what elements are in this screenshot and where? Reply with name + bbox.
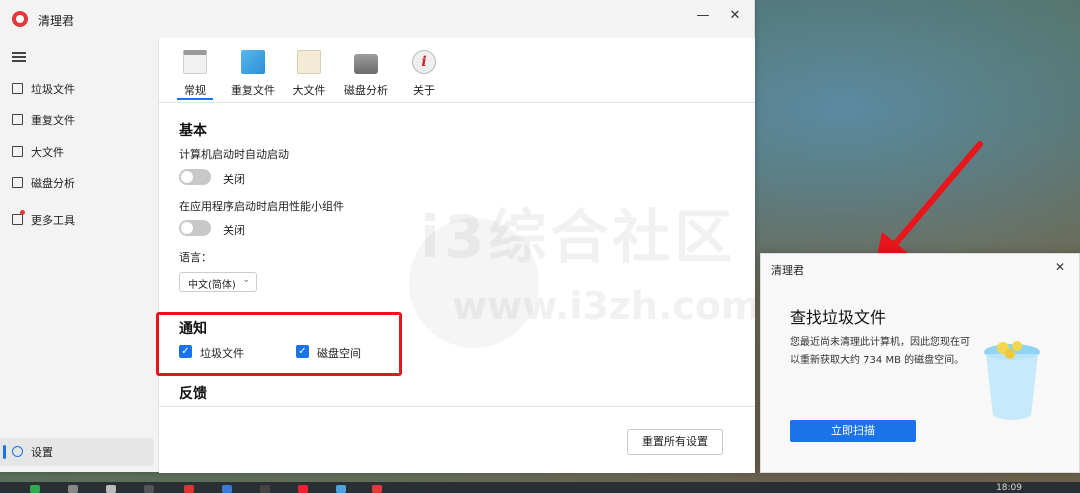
tab-duplicate-files[interactable]: 重复文件: [223, 48, 283, 100]
large-file-icon: [297, 50, 321, 74]
taskbar-app-icon[interactable]: [222, 485, 232, 493]
tab-large-files[interactable]: 大文件: [279, 48, 339, 100]
gear-icon: [12, 446, 23, 457]
sidebar-item-junk[interactable]: 垃圾文件: [0, 75, 154, 103]
reset-all-settings-button[interactable]: 重置所有设置: [627, 429, 723, 455]
sidebar-item-large-files[interactable]: 大文件: [0, 138, 154, 166]
notification-toast: 清理君 ✕ 查找垃圾文件 您最近尚未清理此计算机，因此您现在可以重新获取大约 7…: [760, 253, 1080, 473]
taskbar: 18:09: [0, 482, 1080, 493]
notification-dot: [20, 210, 25, 215]
recycle-bin-icon: [984, 341, 1040, 420]
sidebar-item-settings[interactable]: 设置: [0, 438, 154, 466]
scan-now-button[interactable]: 立即扫描: [790, 420, 916, 442]
taskbar-app-icon[interactable]: [30, 485, 40, 493]
title-bar: 清理君 — ✕: [0, 0, 754, 38]
taskbar-app-icon[interactable]: [106, 485, 116, 493]
sidebar-item-label: 磁盘分析: [31, 177, 75, 190]
section-feedback-title: 反馈: [179, 386, 207, 402]
duplicate-icon: [12, 114, 23, 125]
sidebar-item-disk-analysis[interactable]: 磁盘分析: [0, 169, 154, 197]
taskbar-app-icon[interactable]: [298, 485, 308, 493]
tab-label: 常规: [184, 84, 206, 97]
autostart-toggle[interactable]: [179, 169, 211, 185]
notification-heading: 查找垃圾文件: [790, 308, 887, 327]
widget-toggle[interactable]: [179, 220, 211, 236]
tab-disk-analysis[interactable]: 磁盘分析: [336, 48, 396, 100]
watermark-url: www.i3zh.com: [452, 284, 761, 328]
notification-close-button[interactable]: ✕: [1055, 260, 1065, 274]
tab-label: 关于: [413, 84, 435, 97]
settings-footer: 重置所有设置: [159, 406, 755, 473]
sidebar-item-label: 垃圾文件: [31, 83, 75, 96]
minimize-button[interactable]: —: [690, 6, 716, 26]
taskbar-app-icon[interactable]: [144, 485, 154, 493]
duplicate-files-icon: [241, 50, 265, 74]
tab-label: 磁盘分析: [344, 84, 388, 97]
language-label: 语言：: [179, 251, 212, 264]
notification-app-name: 清理君: [771, 264, 804, 277]
language-select[interactable]: 中文(简体) ⌄: [179, 272, 257, 292]
widget-label: 在应用程序启动时启用性能小组件: [179, 200, 344, 213]
notification-body: 您最近尚未清理此计算机，因此您现在可以重新获取大约 734 MB 的磁盘空间。: [790, 337, 970, 366]
tab-about[interactable]: i 关于: [394, 48, 454, 100]
taskbar-app-icon[interactable]: [260, 485, 270, 493]
document-icon: [12, 146, 23, 157]
tab-label: 重复文件: [231, 84, 275, 97]
autostart-label: 计算机启动时自动启动: [179, 148, 289, 161]
taskbar-clock: 18:09: [996, 483, 1022, 493]
tab-general[interactable]: 常规: [165, 48, 225, 100]
sidebar-item-duplicate[interactable]: 重复文件: [0, 106, 154, 134]
section-basic-title: 基本: [179, 123, 207, 139]
annotation-highlight-box: [156, 312, 402, 376]
autostart-state: 关闭: [223, 173, 245, 186]
sidebar-item-label: 大文件: [31, 146, 64, 159]
tools-icon: [12, 214, 23, 225]
close-button[interactable]: ✕: [722, 6, 748, 26]
taskbar-app-icon[interactable]: [68, 485, 78, 493]
app-logo-icon: [12, 11, 28, 27]
watermark-text: i3综合社区: [420, 203, 737, 271]
chevron-down-icon: ⌄: [242, 275, 250, 285]
sidebar-item-more-tools[interactable]: 更多工具: [0, 206, 154, 234]
sidebar-item-label: 设置: [31, 446, 53, 459]
sidebar-item-label: 重复文件: [31, 114, 75, 127]
disk-icon: [12, 177, 23, 188]
menu-icon[interactable]: [12, 52, 26, 62]
taskbar-app-icon[interactable]: [336, 485, 346, 493]
trash-icon: [12, 83, 23, 94]
taskbar-cleaner-icon[interactable]: [372, 485, 382, 493]
taskbar-app-icon[interactable]: [184, 485, 194, 493]
tab-label: 大文件: [292, 84, 326, 97]
language-value: 中文(简体): [188, 280, 236, 291]
app-title: 清理君: [38, 14, 75, 28]
sidebar-item-label: 更多工具: [31, 214, 75, 227]
sidebar: 垃圾文件 重复文件 大文件 磁盘分析 更多工具 设置: [0, 38, 158, 472]
hard-disk-icon: [354, 54, 378, 74]
widget-state: 关闭: [223, 224, 245, 237]
info-icon: i: [412, 50, 436, 74]
calendar-icon: [183, 50, 207, 74]
tab-bar: 常规 重复文件 大文件 磁盘分析 i 关于: [159, 38, 755, 103]
